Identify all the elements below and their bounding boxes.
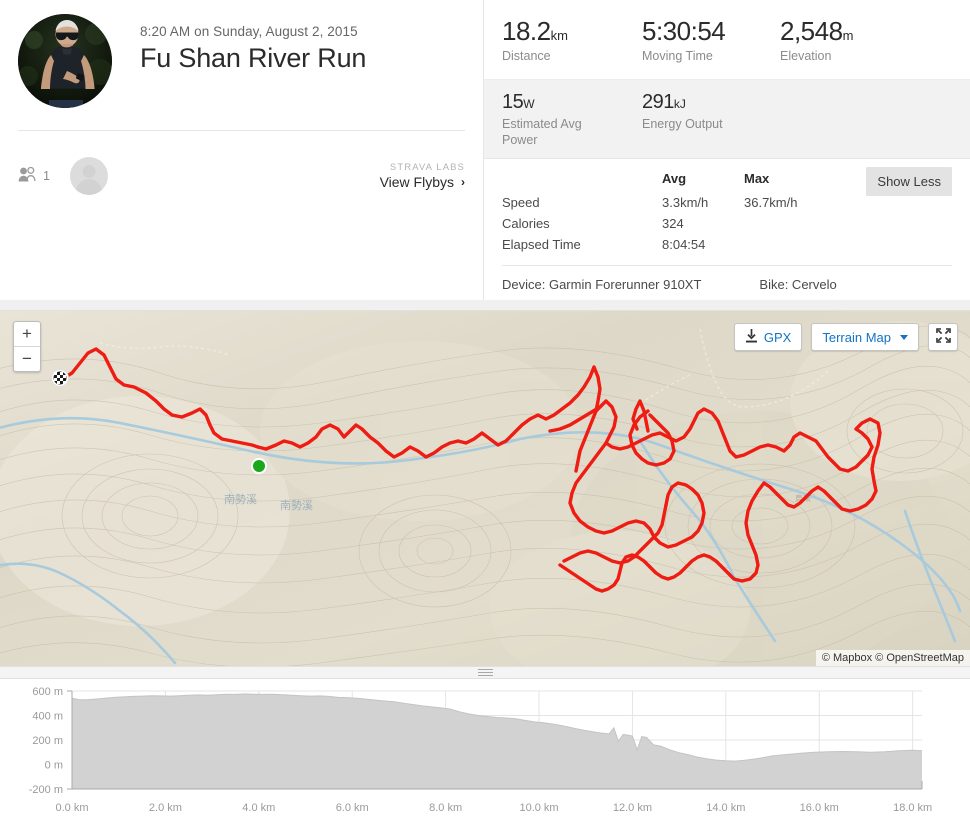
- y-tick-label: 200 m: [32, 735, 63, 747]
- x-tick-label: 8.0 km: [429, 802, 462, 814]
- table-header-blank: [502, 169, 662, 192]
- activity-heading: 8:20 AM on Sunday, August 2, 2015 Fu Sha…: [112, 14, 366, 108]
- kudos-count: 1: [43, 169, 50, 183]
- expand-icon: [935, 328, 951, 346]
- kudos-group[interactable]: 1: [18, 166, 50, 185]
- stat-energy-output-value: 291: [642, 90, 674, 113]
- stat-moving-time: 5:30:54 Moving Time: [642, 16, 780, 65]
- row-label-elapsed-time: Elapsed Time: [502, 237, 581, 253]
- athlete-header: 8:20 AM on Sunday, August 2, 2015 Fu Sha…: [0, 0, 483, 108]
- stat-distance-label: Distance: [502, 49, 551, 64]
- x-tick-label: 2.0 km: [149, 802, 182, 814]
- map-toolbar: GPX Terrain Map: [733, 323, 958, 351]
- detail-stats: Show Less Avg Max Speed 3.3km/h 36.7km/h…: [484, 159, 970, 300]
- gpx-label: GPX: [763, 329, 792, 345]
- chevron-down-icon: [900, 334, 908, 340]
- chart-y-tick-labels: 600 m 400 m 200 m 0 m -200 m: [29, 686, 63, 796]
- card-divider: [18, 130, 465, 131]
- people-icon: [18, 166, 38, 185]
- show-less-button[interactable]: Show Less: [866, 167, 952, 197]
- elevation-chart-svg: 600 m 400 m 200 m 0 m -200 m 0.0 km 2.0 km 4.0…: [29, 686, 932, 814]
- primary-stats: 18.2km Distance 5:30:54 Moving Time 2,54…: [484, 0, 970, 79]
- device-row: Device: Garmin Forerunner 910XT Bike: Ce…: [502, 265, 952, 292]
- x-tick-label: 14.0 km: [706, 802, 745, 814]
- activity-summary-section: 8:20 AM on Sunday, August 2, 2015 Fu Sha…: [0, 0, 970, 300]
- x-tick-label: 6.0 km: [336, 802, 369, 814]
- download-icon: [745, 328, 758, 346]
- stat-energy-output-label: Energy Output: [642, 116, 723, 131]
- x-tick-label: 12.0 km: [613, 802, 652, 814]
- stat-energy-output: 291kJ Energy Output: [642, 90, 780, 148]
- strava-labs-label: STRAVA LABS: [389, 162, 465, 173]
- kudos-avatar[interactable]: [69, 157, 108, 195]
- route-map[interactable]: 南勢溪 南勢溪 烏來 + − GPX Terrain Map © Mapbox …: [0, 310, 970, 666]
- y-tick-label: 400 m: [32, 711, 63, 723]
- fullscreen-button[interactable]: [928, 323, 958, 351]
- terrain-map-label: Terrain Map: [822, 329, 891, 345]
- stat-avg-power-value: 15: [502, 90, 524, 113]
- stat-avg-power-label: Estimated Avg Power: [502, 116, 582, 147]
- stat-avg-power: 15W Estimated Avg Power: [502, 90, 642, 148]
- bike-label: Bike: Cervelo: [759, 277, 837, 293]
- x-tick-label: 4.0 km: [242, 802, 275, 814]
- start-marker[interactable]: [251, 458, 267, 474]
- stat-moving-time-label: Moving Time: [642, 49, 713, 64]
- stat-elevation: 2,548m Elevation: [780, 16, 875, 65]
- table-header-avg: Avg: [662, 171, 687, 187]
- row-avg-speed: 3.3km/h: [662, 195, 709, 211]
- gpx-download-button[interactable]: GPX: [733, 323, 803, 351]
- view-flybys-label: View Flybys: [379, 174, 454, 190]
- stat-elevation-unit: m: [842, 28, 854, 43]
- map-attribution: © Mapbox © OpenStreetMap: [815, 650, 970, 666]
- page-title: Fu Shan River Run: [140, 43, 367, 73]
- zoom-out-button[interactable]: −: [14, 347, 40, 371]
- view-flybys-link[interactable]: View Flybys ›: [380, 174, 465, 190]
- row-max-elapsed-time: [744, 234, 952, 255]
- stat-elevation-label: Elevation: [780, 49, 832, 64]
- activity-date: 8:20 AM on Sunday, August 2, 2015: [140, 24, 358, 39]
- social-row: 1 STRAVA LABS View Flybys ›: [18, 152, 465, 200]
- elevation-chart[interactable]: 600 m 400 m 200 m 0 m -200 m 0.0 km 2.0 km 4.0…: [0, 679, 970, 824]
- table-row: Elapsed Time 8:04:54: [502, 234, 952, 255]
- river-label: 南勢溪: [224, 492, 257, 506]
- athlete-photo[interactable]: [18, 14, 112, 108]
- x-tick-label: 18.0 km: [893, 802, 932, 814]
- river-label: 南勢溪: [280, 498, 313, 512]
- stats-panel: 18.2km Distance 5:30:54 Moving Time 2,54…: [484, 0, 970, 300]
- stat-moving-time-value: 5:30:54: [642, 16, 726, 46]
- stat-energy-output-unit: kJ: [673, 96, 686, 111]
- stat-elevation-value: 2,548: [780, 16, 843, 46]
- drag-lines-icon: [477, 672, 493, 673]
- elevation-area: [72, 693, 922, 789]
- x-tick-label: 16.0 km: [800, 802, 839, 814]
- activity-detail-card: 8:20 AM on Sunday, August 2, 2015 Fu Sha…: [0, 0, 484, 300]
- stat-avg-power-unit: W: [523, 96, 535, 111]
- stat-distance: 18.2km Distance: [502, 16, 642, 65]
- chevron-right-icon: ›: [461, 175, 465, 189]
- flybys-block: STRAVA LABS View Flybys ›: [380, 162, 465, 190]
- terrain-map-dropdown[interactable]: Terrain Map: [811, 323, 919, 351]
- row-label-calories: Calories: [502, 216, 550, 232]
- finish-flag-marker[interactable]: [51, 369, 69, 387]
- chart-x-tick-labels: 0.0 km 2.0 km 4.0 km 6.0 km 8.0 km 10.0 km 12.…: [55, 802, 932, 814]
- activity-page: 8:20 AM on Sunday, August 2, 2015 Fu Sha…: [0, 0, 970, 824]
- map-zoom-controls[interactable]: + −: [13, 321, 41, 372]
- row-avg-calories: 324: [662, 216, 684, 232]
- x-tick-label: 10.0 km: [519, 802, 558, 814]
- table-row: Calories 324: [502, 213, 952, 234]
- map-canvas: 南勢溪 南勢溪 烏來: [0, 311, 970, 666]
- row-label-speed: Speed: [502, 195, 540, 211]
- zoom-in-button[interactable]: +: [14, 322, 40, 347]
- device-label: Device: Garmin Forerunner 910XT: [502, 277, 702, 293]
- y-tick-label: -200 m: [29, 784, 63, 796]
- x-tick-label: 0.0 km: [55, 802, 88, 814]
- y-tick-label: 0 m: [45, 760, 63, 772]
- map-resize-handle[interactable]: [0, 666, 970, 679]
- y-tick-label: 600 m: [32, 686, 63, 698]
- stat-distance-value: 18.2: [502, 16, 551, 46]
- row-avg-elapsed-time: 8:04:54: [662, 237, 706, 253]
- stat-distance-unit: km: [550, 28, 568, 43]
- secondary-stats: 15W Estimated Avg Power 291kJ Energy Out…: [484, 78, 970, 160]
- row-max-calories: [744, 213, 952, 234]
